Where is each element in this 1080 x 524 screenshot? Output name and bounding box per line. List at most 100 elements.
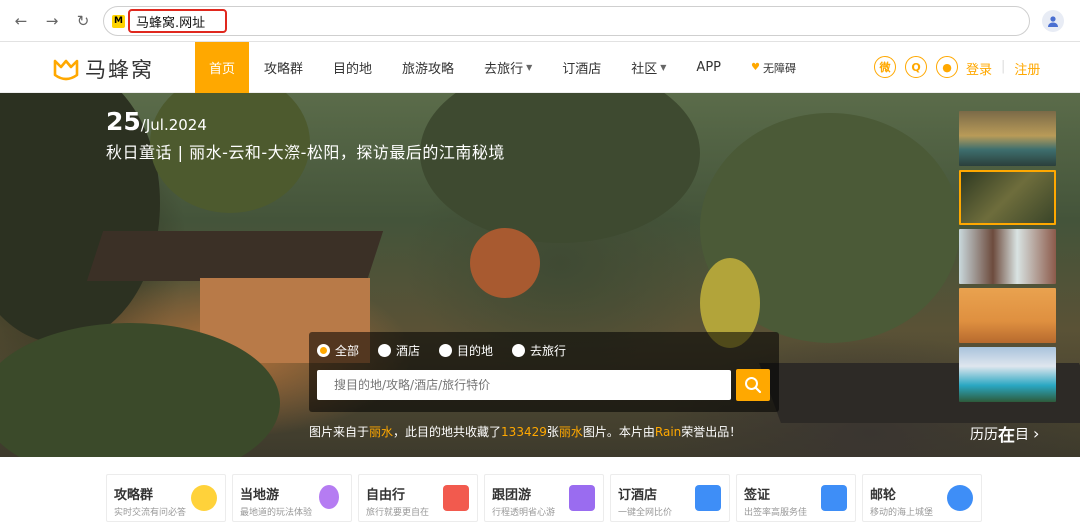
card-visa[interactable]: 签证 出签率高服务佳 (736, 474, 856, 522)
card-subtitle: 一键全网比价 (618, 508, 673, 518)
history-text: 在 (998, 426, 1015, 446)
hero-banner: 25/Jul.2024 秋日童话 | 丽水-云和-大漈-松阳，探访最后的江南秘境… (0, 93, 1080, 457)
hero-date-rest: /Jul.2024 (140, 116, 207, 134)
card-subtitle: 移动的海上城堡 (870, 508, 934, 518)
profile-icon[interactable] (1042, 10, 1064, 32)
main-nav: 首页 攻略群 目的地 旅游攻略 去旅行 ▼ 订酒店 社区 ▼ APP ♥ 无障碍 (195, 42, 811, 93)
site-logo[interactable]: 马蜂窝 (53, 54, 154, 84)
search-option-destination[interactable]: 目的地 (439, 342, 493, 359)
nav-travel-guide[interactable]: 旅游攻略 (387, 42, 469, 93)
search-option-label: 目的地 (457, 344, 494, 358)
thumbnail[interactable] (959, 288, 1056, 343)
caption-count[interactable]: 133429 (501, 425, 547, 439)
forward-icon[interactable]: → (41, 10, 63, 32)
flag-icon (569, 485, 595, 511)
search-panel: 全部 酒店 目的地 去旅行 (309, 332, 779, 412)
card-title: 攻略群 (114, 488, 154, 503)
accessibility-label: 无障碍 (762, 61, 796, 75)
nav-community-label: 社区 (631, 62, 658, 77)
card-title: 自由行 (366, 488, 406, 503)
card-subtitle: 行程透明省心游 (492, 508, 556, 518)
site-favicon: M (112, 14, 125, 28)
caption-text: 图片。本片由 (582, 425, 655, 439)
heart-icon: ♥ (751, 62, 760, 73)
logo-icon (53, 59, 79, 81)
nav-community[interactable]: 社区 ▼ (616, 42, 681, 93)
scenery-tree (420, 93, 700, 243)
card-guide-group[interactable]: 攻略群实时交流有问必答 (106, 474, 226, 522)
balloon-icon (319, 485, 339, 509)
service-cards: 攻略群实时交流有问必答 当地游最地道的玩法体验 自由行旅行就要更自在 跟团游 行程… (106, 474, 988, 522)
search-option-travel[interactable]: 去旅行 (512, 342, 566, 359)
scenery-tree (470, 228, 540, 298)
site-header: 马蜂窝 首页 攻略群 目的地 旅游攻略 去旅行 ▼ 订酒店 社区 ▼ APP ♥ 无障… (0, 42, 1080, 93)
nav-go-travel-label: 去旅行 (484, 62, 524, 77)
card-title: 签证 (744, 488, 771, 503)
address-bar[interactable]: M 马蜂窝.网址 (103, 6, 1030, 36)
nav-home[interactable]: 首页 (195, 42, 250, 93)
caption-author-link[interactable]: Rain (655, 425, 681, 439)
search-input[interactable] (317, 370, 731, 400)
search-option-label: 酒店 (396, 344, 421, 358)
chevron-down-icon: ▼ (660, 63, 667, 72)
nav-guide-group[interactable]: 攻略群 (249, 42, 318, 93)
radio-icon (378, 344, 392, 357)
url-highlight-box (128, 9, 227, 33)
search-option-hotel[interactable]: 酒店 (378, 342, 420, 359)
register-link[interactable]: 注册 (1014, 59, 1040, 78)
thumbnail[interactable] (959, 111, 1056, 166)
social-logins: 微 Q ● (874, 56, 967, 78)
weibo-icon[interactable]: 微 (874, 56, 896, 78)
hero-date-day: 25 (106, 107, 141, 136)
search-option-all[interactable]: 全部 (317, 342, 359, 359)
thumbnail-selected[interactable] (959, 170, 1056, 225)
hero-date: 25/Jul.2024 (106, 107, 207, 136)
caption-text: 图片来自于 (309, 425, 370, 439)
gift-icon (443, 485, 469, 511)
card-cruise[interactable]: 邮轮 移动的海上城堡 (862, 474, 982, 522)
chevron-down-icon: ▼ (526, 63, 533, 72)
thumbnail[interactable] (959, 347, 1056, 402)
card-subtitle: 出签率高服务佳 (744, 508, 808, 518)
login-link[interactable]: 登录 (966, 59, 992, 78)
accessibility-link[interactable]: ♥ 无障碍 (736, 42, 811, 93)
wechat-icon[interactable]: ● (936, 56, 958, 78)
card-subtitle: 实时交流有问必答 (114, 508, 187, 518)
nav-app[interactable]: APP (681, 42, 736, 93)
caption-place-link[interactable]: 丽水 (559, 425, 583, 439)
logo-text: 马蜂窝 (85, 58, 154, 82)
nav-hotel[interactable]: 订酒店 (547, 42, 616, 93)
browser-toolbar: ← → ↻ M 马蜂窝.网址 (0, 0, 1080, 42)
search-type-options: 全部 酒店 目的地 去旅行 (317, 342, 585, 359)
card-title: 订酒店 (618, 488, 658, 503)
qq-icon[interactable]: Q (905, 56, 927, 78)
card-title: 当地游 (240, 488, 280, 503)
caption-place-link[interactable]: 丽水 (369, 425, 393, 439)
cruise-icon (947, 485, 973, 511)
thumbnail[interactable] (959, 229, 1056, 284)
reload-icon[interactable]: ↻ (72, 10, 94, 32)
caption-text: ，此目的地共收藏了 (393, 425, 502, 439)
back-icon[interactable]: ← (10, 10, 32, 32)
search-button[interactable] (736, 369, 770, 401)
radio-icon (439, 344, 453, 357)
card-subtitle: 旅行就要更自在 (366, 508, 430, 518)
nav-destination[interactable]: 目的地 (318, 42, 387, 93)
nav-go-travel[interactable]: 去旅行 ▼ (469, 42, 547, 93)
scenery-roof (86, 231, 384, 281)
card-local-tour[interactable]: 当地游最地道的玩法体验 (232, 474, 352, 522)
hero-title[interactable]: 秋日童话 | 丽水-云和-大漈-松阳，探访最后的江南秘境 (106, 139, 505, 163)
photo-caption: 图片来自于丽水，此目的地共收藏了133429张丽水图片。本片由Rain荣誉出品！ (309, 423, 741, 440)
emoji-icon (191, 485, 217, 511)
radio-selected-icon (317, 344, 330, 357)
visa-icon (821, 485, 847, 511)
card-book-hotel[interactable]: 订酒店 一键全网比价 (610, 474, 730, 522)
caption-text: 张 (546, 425, 559, 439)
card-group-tour[interactable]: 跟团游 行程透明省心游 (484, 474, 604, 522)
card-subtitle: 最地道的玩法体验 (240, 508, 313, 518)
history-text: 目 (1015, 426, 1029, 443)
chevron-right-icon: › (1033, 424, 1040, 443)
divider: | (1001, 59, 1006, 74)
history-link[interactable]: 历历在目 › (970, 421, 1039, 446)
card-free-travel[interactable]: 自由行旅行就要更自在 (358, 474, 478, 522)
